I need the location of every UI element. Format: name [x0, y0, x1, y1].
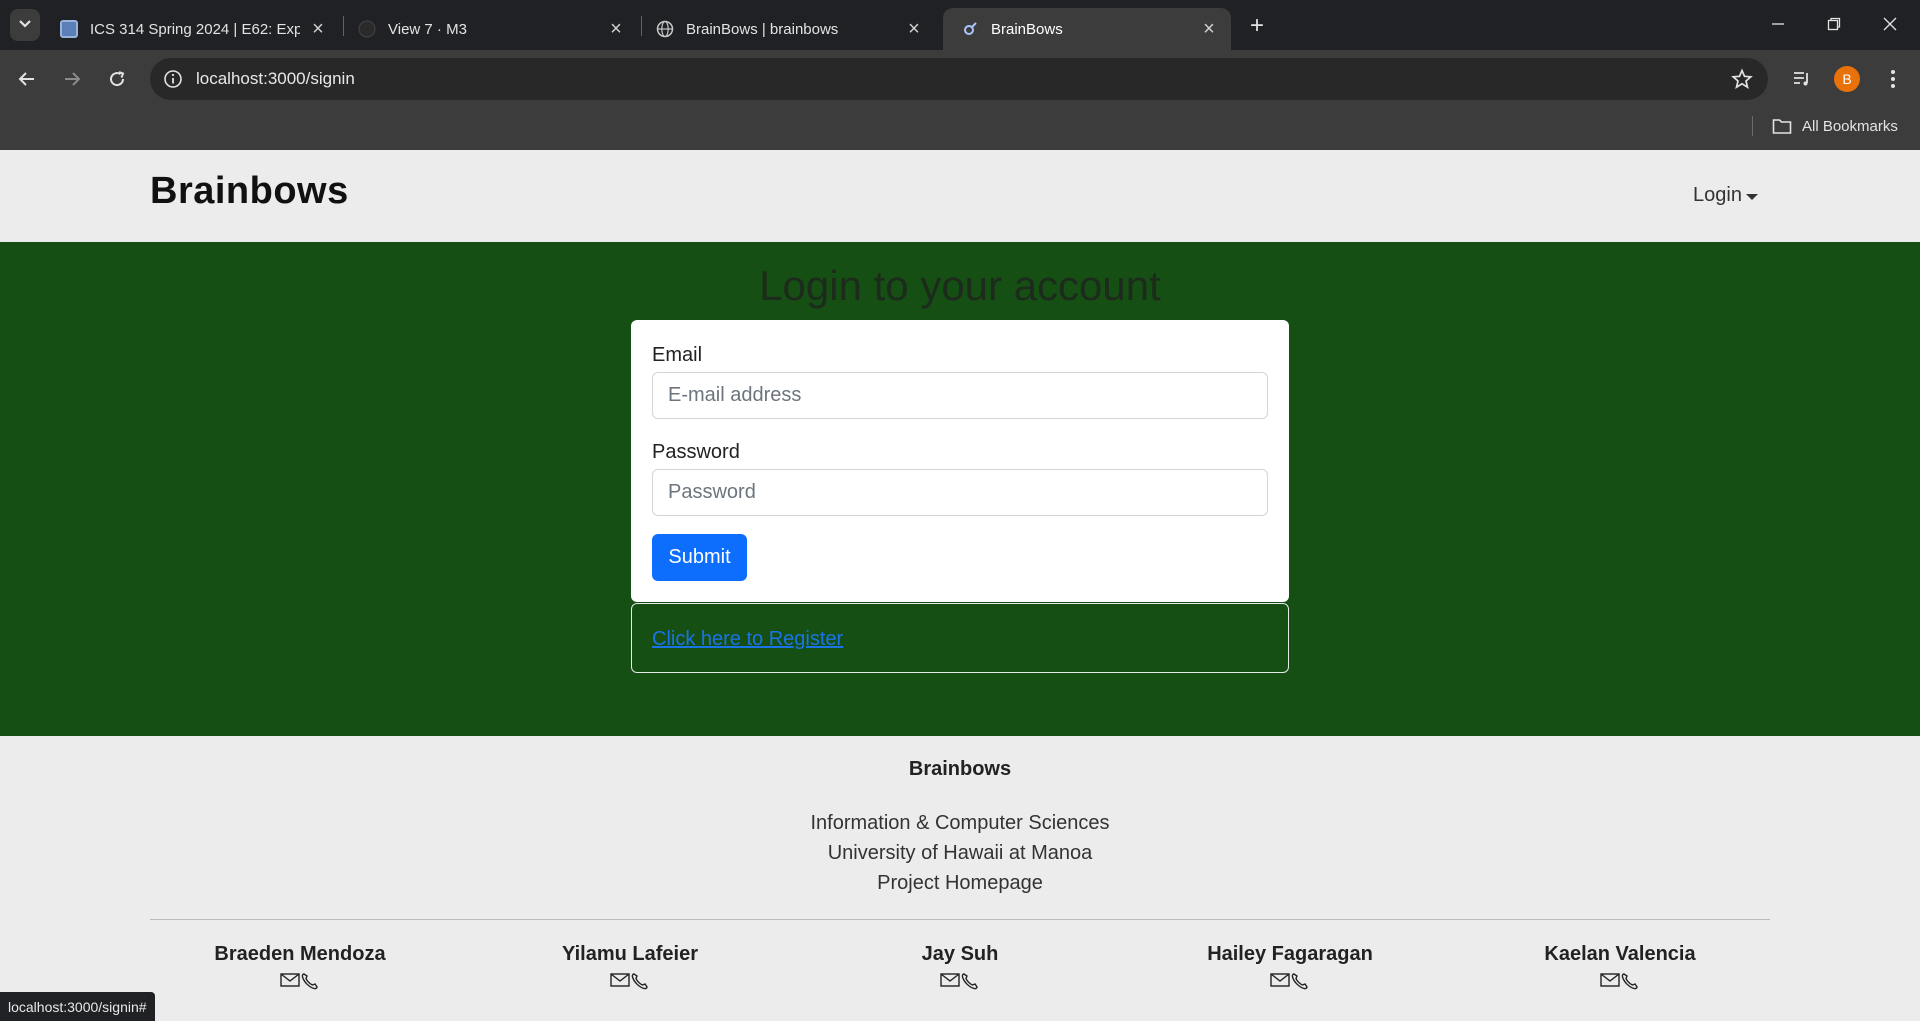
- login-dropdown[interactable]: Login: [1693, 184, 1758, 207]
- all-bookmarks-label: All Bookmarks: [1802, 117, 1898, 135]
- tab-brainbows-github[interactable]: BrainBows | brainbows ×: [638, 8, 936, 50]
- arrow-left-icon: [18, 72, 34, 86]
- profile-button[interactable]: B: [1830, 62, 1864, 96]
- envelope-icon[interactable]: [1270, 972, 1290, 990]
- close-window-button[interactable]: [1862, 0, 1918, 48]
- chevron-down-icon: [18, 16, 32, 34]
- url-text[interactable]: localhost:3000/signin: [196, 69, 355, 89]
- footer-line: Information & Computer Sciences: [810, 812, 1110, 834]
- submit-button[interactable]: Submit: [652, 534, 747, 581]
- tab-title: ICS 314 Spring 2024 | E62: Expe: [90, 20, 300, 38]
- close-icon[interactable]: ×: [308, 18, 328, 40]
- email-field[interactable]: [652, 372, 1268, 419]
- envelope-icon[interactable]: [940, 972, 960, 990]
- playlist-icon: [1794, 72, 1808, 86]
- browser-toolbar: localhost:3000/signin B: [0, 50, 1920, 108]
- star-icon[interactable]: [1730, 67, 1754, 91]
- site-footer: Brainbows Information & Computer Science…: [0, 736, 1920, 1021]
- password-label: Password: [652, 441, 740, 463]
- site-navbar: Brainbows Login: [0, 150, 1920, 242]
- link-status-bar: localhost:3000/signin#: [0, 992, 155, 1021]
- back-button[interactable]: [10, 62, 44, 96]
- new-tab-button[interactable]: +: [1243, 12, 1271, 40]
- phone-icon[interactable]: [1620, 972, 1640, 990]
- tab-title: BrainBows: [991, 20, 1063, 38]
- reload-button[interactable]: [100, 62, 134, 96]
- team-member: Braeden Mendoza: [150, 943, 450, 990]
- folder-icon: [1772, 119, 1792, 134]
- phone-icon[interactable]: [630, 972, 650, 990]
- avatar: B: [1834, 66, 1860, 92]
- close-icon[interactable]: ×: [1199, 18, 1219, 40]
- course-icon: [60, 20, 78, 38]
- kebab-menu-icon: [1891, 70, 1895, 88]
- plus-icon: +: [1249, 12, 1264, 39]
- site-info-icon[interactable]: [162, 68, 184, 90]
- team-member: Hailey Fagaragan: [1140, 943, 1440, 990]
- register-link[interactable]: Click here to Register: [652, 628, 843, 651]
- member-name: Jay Suh: [921, 943, 999, 965]
- bookmarks-divider: [1752, 116, 1753, 136]
- member-name: Hailey Fagaragan: [1207, 943, 1373, 965]
- login-form: Email Password Submit: [631, 320, 1289, 602]
- phone-icon[interactable]: [1290, 972, 1310, 990]
- tab-strip: ICS 314 Spring 2024 | E62: Expe × View 7…: [0, 0, 1920, 50]
- password-field[interactable]: [652, 469, 1268, 516]
- brand-logo[interactable]: Brainbows: [150, 170, 349, 213]
- media-button[interactable]: [1785, 62, 1819, 96]
- footer-divider: [150, 919, 1770, 920]
- footer-line: University of Hawaii at Manoa: [827, 842, 1093, 864]
- menu-button[interactable]: [1876, 62, 1910, 96]
- restore-button[interactable]: [1806, 0, 1862, 48]
- login-label: Login: [1693, 184, 1742, 206]
- member-name: Yilamu Lafeier: [562, 943, 698, 965]
- register-panel: Click here to Register: [631, 603, 1289, 673]
- reload-icon: [110, 71, 125, 87]
- restore-icon: [1827, 17, 1841, 31]
- globe-icon: [656, 20, 674, 38]
- close-icon[interactable]: ×: [904, 18, 924, 40]
- footer-title: Brainbows: [908, 758, 1012, 780]
- login-section: Login to your account Email Password Sub…: [0, 242, 1920, 736]
- minimize-icon: [1772, 23, 1784, 25]
- email-label: Email: [652, 344, 703, 366]
- caret-down-icon: [1745, 193, 1758, 200]
- bookmarks-bar: All Bookmarks: [0, 108, 1920, 150]
- arrow-right-icon: [65, 72, 81, 86]
- tab-title: View 7 · M3: [388, 20, 467, 38]
- close-icon: [1883, 17, 1897, 31]
- forward-button[interactable]: [55, 62, 89, 96]
- phone-icon[interactable]: [960, 972, 980, 990]
- close-icon[interactable]: ×: [606, 18, 626, 40]
- tab-brainbows-active[interactable]: BrainBows ×: [943, 8, 1231, 50]
- team-member: Jay Suh: [810, 943, 1110, 990]
- minimize-button[interactable]: [1750, 0, 1806, 48]
- member-name: Kaelan Valencia: [1544, 943, 1696, 965]
- project-homepage-link[interactable]: Project Homepage: [0, 872, 1920, 895]
- all-bookmarks-button[interactable]: All Bookmarks: [1772, 114, 1898, 138]
- envelope-icon[interactable]: [1600, 972, 1620, 990]
- envelope-icon[interactable]: [280, 972, 300, 990]
- phone-icon[interactable]: [300, 972, 320, 990]
- tab-ics314[interactable]: ICS 314 Spring 2024 | E62: Expe ×: [42, 8, 340, 50]
- github-icon: [358, 20, 376, 38]
- member-name: Braeden Mendoza: [214, 943, 386, 965]
- envelope-icon[interactable]: [610, 972, 630, 990]
- address-bar[interactable]: localhost:3000/signin: [150, 58, 1768, 100]
- tab-view7[interactable]: View 7 · M3 ×: [340, 8, 638, 50]
- team-member: Yilamu Lafeier: [480, 943, 780, 990]
- meteor-icon: [961, 20, 979, 38]
- tab-search-button[interactable]: [10, 9, 40, 41]
- page-title: Login to your account: [759, 262, 1161, 309]
- team-member: Kaelan Valencia: [1470, 943, 1770, 990]
- tab-title: BrainBows | brainbows: [686, 20, 839, 38]
